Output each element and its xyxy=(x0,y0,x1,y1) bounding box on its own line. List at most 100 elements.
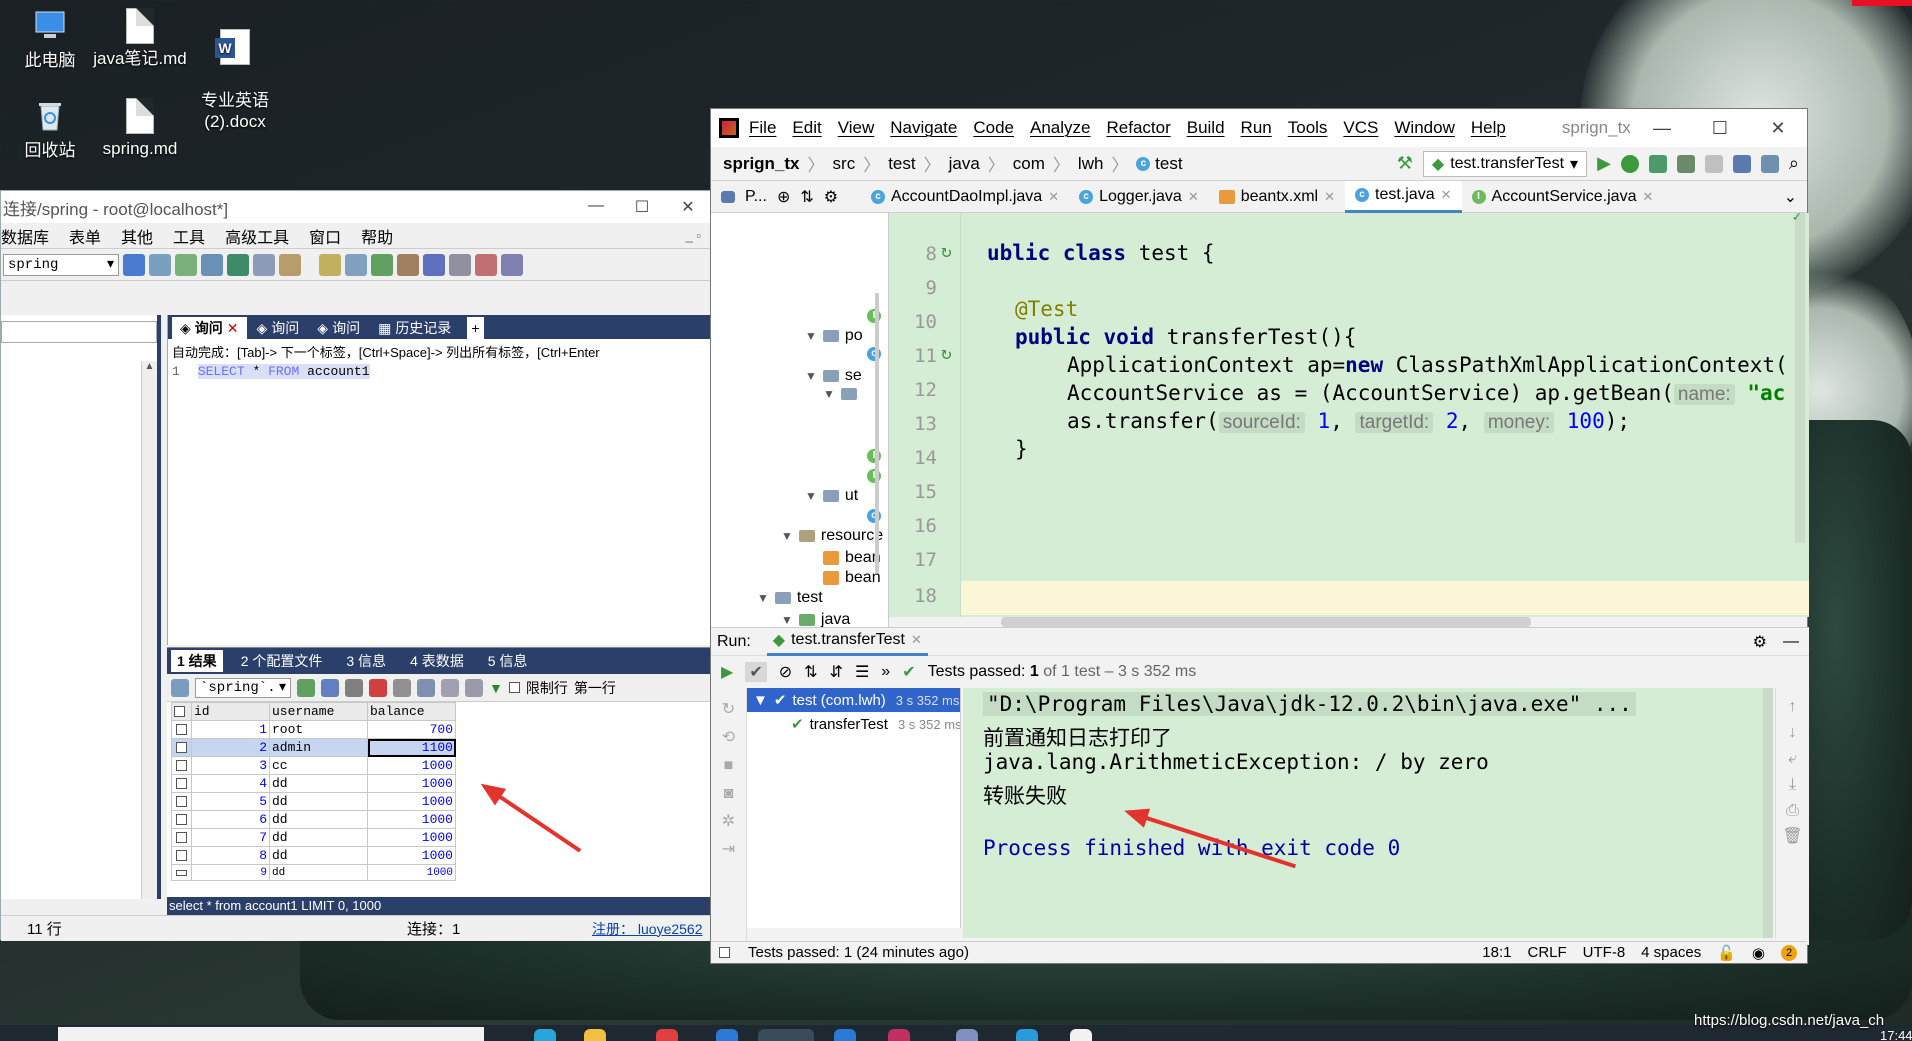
cell-balance[interactable]: 1000 xyxy=(367,864,456,881)
column-header-id[interactable]: id xyxy=(191,702,270,721)
sql-client-window[interactable]: 连接/spring - root@localhost*] — ☐ ✕ 数据库 表… xyxy=(0,190,713,941)
monitor-icon[interactable] xyxy=(449,253,471,276)
close-button[interactable]: ✕ xyxy=(665,197,711,217)
tree-item-test-folder[interactable]: ▼ test xyxy=(757,589,823,607)
menu-window[interactable]: 窗口 xyxy=(309,224,341,248)
table-row[interactable]: 4 dd 1000 xyxy=(171,774,456,793)
expand-arrow-icon[interactable]: ▼ xyxy=(805,369,817,383)
row-checkbox[interactable] xyxy=(176,724,187,736)
file-encoding[interactable]: UTF-8 xyxy=(1583,944,1626,961)
report-icon[interactable] xyxy=(475,253,497,276)
close-icon[interactable]: ✕ xyxy=(227,320,239,337)
profile-icon[interactable] xyxy=(1676,154,1695,173)
show-ignored-toggle-icon[interactable]: ⊘ xyxy=(779,662,792,682)
expand-arrow-icon[interactable]: ▼ xyxy=(805,329,817,343)
cell-id[interactable]: 5 xyxy=(191,792,270,811)
column-header-balance[interactable]: balance xyxy=(367,702,456,721)
new-connection-icon[interactable] xyxy=(149,253,171,276)
expand-arrow-icon[interactable]: ▼ xyxy=(805,489,817,503)
close-icon[interactable]: ✕ xyxy=(1324,189,1335,205)
filter-icon[interactable]: ▼ xyxy=(489,680,503,696)
cell-username[interactable]: cc xyxy=(269,756,368,775)
test-results-tree[interactable]: ▼ ✔ test (com.lwh) 3 s 352 ms ✔ transferTest… xyxy=(747,688,961,928)
search-icon[interactable]: ⌕ xyxy=(1789,153,1799,174)
menu-other[interactable]: 其他 xyxy=(121,224,153,248)
close-icon[interactable]: ✕ xyxy=(1048,189,1059,205)
stop-icon[interactable] xyxy=(1704,154,1723,173)
breadcrumb-lwh[interactable]: lwh xyxy=(1078,154,1104,174)
sort-alpha-icon[interactable]: ⇅ xyxy=(804,662,817,682)
scheduler-icon[interactable] xyxy=(423,253,445,276)
expand-arrow-icon[interactable]: ▼ xyxy=(781,613,793,627)
menu-view[interactable]: View xyxy=(838,118,875,138)
project-structure-icon[interactable] xyxy=(1732,154,1751,173)
event-log-badge[interactable]: 2 xyxy=(1781,944,1797,961)
editor-tab-test[interactable]: c test.java ✕ xyxy=(1345,180,1462,213)
menu-help[interactable]: 帮助 xyxy=(361,224,393,248)
cell-id[interactable]: 3 xyxy=(191,756,270,775)
menu-advanced-tools[interactable]: 高级工具 xyxy=(225,224,289,248)
row-checkbox[interactable] xyxy=(176,742,187,754)
desktop-icon-spring-md[interactable]: spring.md xyxy=(90,96,190,159)
cell-id[interactable]: 2 xyxy=(191,738,270,757)
close-icon[interactable]: ✕ xyxy=(1642,189,1653,205)
breadcrumb-test[interactable]: test xyxy=(888,154,915,174)
sync-icon[interactable] xyxy=(279,253,301,276)
cell-balance[interactable]: 1000 xyxy=(367,810,456,829)
debug-icon[interactable] xyxy=(1620,154,1639,173)
sql-editor-line[interactable]: 1 SELECT * FROM account1 xyxy=(168,364,713,379)
store-icon[interactable] xyxy=(716,1029,738,1041)
tree-scrollbar[interactable] xyxy=(875,293,879,573)
cell-username[interactable]: dd xyxy=(269,828,368,847)
cell-username[interactable]: dd xyxy=(269,774,368,793)
desktop-icon-java-notes[interactable]: java笔记.md xyxy=(90,6,190,69)
cell-balance[interactable]: 1000 xyxy=(367,828,456,847)
console-scrollbar[interactable] xyxy=(1763,688,1773,938)
editor-scrollbar[interactable] xyxy=(1795,213,1805,543)
backup-icon[interactable] xyxy=(227,253,249,276)
menu-edit[interactable]: Edit xyxy=(792,118,821,138)
delete-icon[interactable] xyxy=(369,678,387,697)
result-grid[interactable]: id username balance 1 root 700 2 admin 1100 … xyxy=(171,702,456,881)
table-row[interactable]: 6 dd 1000 xyxy=(171,810,456,829)
table-row[interactable]: 7 dd 1000 xyxy=(171,828,456,847)
table-row[interactable]: 5 dd 1000 xyxy=(171,792,456,811)
row-checkbox[interactable] xyxy=(176,796,187,808)
desktop-icon-recycle-bin[interactable]: 回收站 xyxy=(0,96,100,161)
breadcrumb-src[interactable]: src xyxy=(833,154,856,174)
test-case-row[interactable]: ✔ transferTest 3 s 352 ms xyxy=(747,712,960,736)
tree-item-bean-xml[interactable]: bean xyxy=(823,569,881,587)
editor-tab-beantx[interactable]: beantx.xml ✕ xyxy=(1209,181,1345,213)
cell-username[interactable]: dd xyxy=(269,864,368,881)
cell-balance[interactable]: 700 xyxy=(367,720,456,739)
expand-all-icon[interactable]: ☰ xyxy=(855,662,869,682)
cell-balance[interactable]: 1000 xyxy=(367,846,456,865)
column-header-username[interactable]: username xyxy=(269,702,368,721)
save-icon[interactable] xyxy=(345,678,363,697)
run-tab[interactable]: ◆ test.transferTest ✕ xyxy=(766,628,928,656)
close-icon[interactable]: ✕ xyxy=(1441,187,1452,203)
export-icon[interactable] xyxy=(171,678,189,697)
close-button[interactable]: ✕ xyxy=(1749,118,1807,139)
gear-icon[interactable]: ⚙ xyxy=(824,187,838,207)
row-checkbox[interactable] xyxy=(176,814,187,826)
toggle-auto-test-icon[interactable]: ⟲ xyxy=(711,724,746,752)
limit-rows-checkbox[interactable] xyxy=(508,682,520,693)
cell-balance[interactable]: 1000 xyxy=(367,756,456,775)
gear-icon[interactable]: ⚙ xyxy=(1753,632,1767,652)
coverage-icon[interactable] xyxy=(1648,154,1667,173)
qq-icon[interactable] xyxy=(834,1029,856,1041)
expand-arrow-icon[interactable]: ▼ xyxy=(757,591,769,605)
register-link[interactable]: 注册： luoye2562 xyxy=(592,919,712,939)
cell-id[interactable]: 8 xyxy=(191,846,270,865)
tree-item-po[interactable]: ▼ po xyxy=(805,327,863,345)
soft-wrap-icon[interactable]: ⤶ xyxy=(1776,746,1809,772)
test-suite-row[interactable]: ▼ ✔ test (com.lwh) 3 s 352 ms xyxy=(747,688,960,712)
print-icon[interactable]: ⎙ xyxy=(1776,798,1809,824)
up-arrow-icon[interactable]: ↑ xyxy=(1776,694,1809,720)
inspector-icon[interactable]: ◉ xyxy=(1752,944,1765,962)
tree-item-utils[interactable]: ▼ ut xyxy=(805,487,858,505)
console-output[interactable]: "D:\Program Files\Java\jdk-12.0.2\bin\ja… xyxy=(963,688,1773,938)
sqlyog-taskbar-icon[interactable] xyxy=(956,1029,978,1041)
file-explorer-icon[interactable] xyxy=(584,1029,606,1041)
